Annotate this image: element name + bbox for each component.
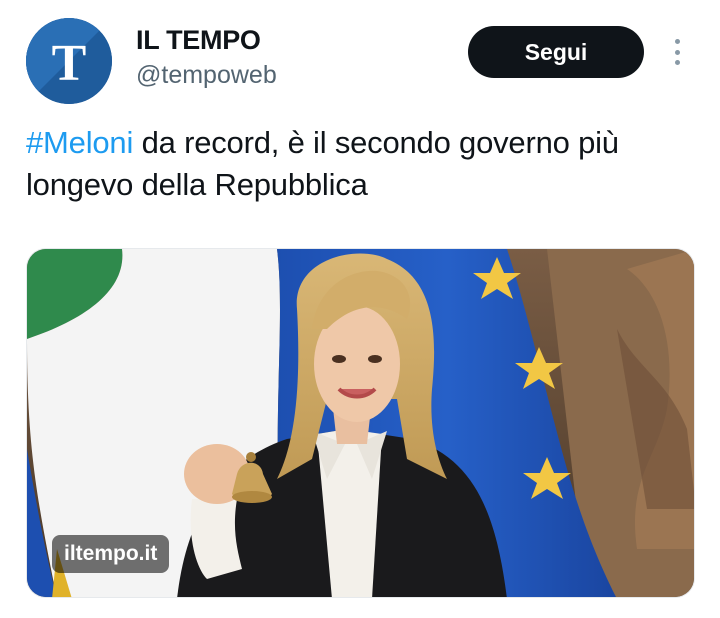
svg-text:T: T xyxy=(52,35,87,92)
author-avatar[interactable]: T xyxy=(26,18,112,104)
il-tempo-logo-icon: T xyxy=(26,18,112,104)
dot xyxy=(674,39,680,44)
author-info: IL TEMPO @tempoweb xyxy=(136,24,277,91)
tweet-header: T IL TEMPO @tempoweb Segui xyxy=(0,0,720,110)
dot xyxy=(674,60,680,65)
follow-button[interactable]: Segui xyxy=(468,26,644,78)
link-domain-badge[interactable]: iltempo.it xyxy=(52,535,170,573)
author-handle[interactable]: @tempoweb xyxy=(136,59,277,91)
dot xyxy=(674,49,680,55)
author-display-name[interactable]: IL TEMPO xyxy=(136,24,277,56)
tweet-text: #Meloni da record, è il secondo governo … xyxy=(26,122,696,206)
more-options-icon[interactable] xyxy=(666,36,688,68)
hashtag-link[interactable]: #Meloni xyxy=(26,125,133,160)
